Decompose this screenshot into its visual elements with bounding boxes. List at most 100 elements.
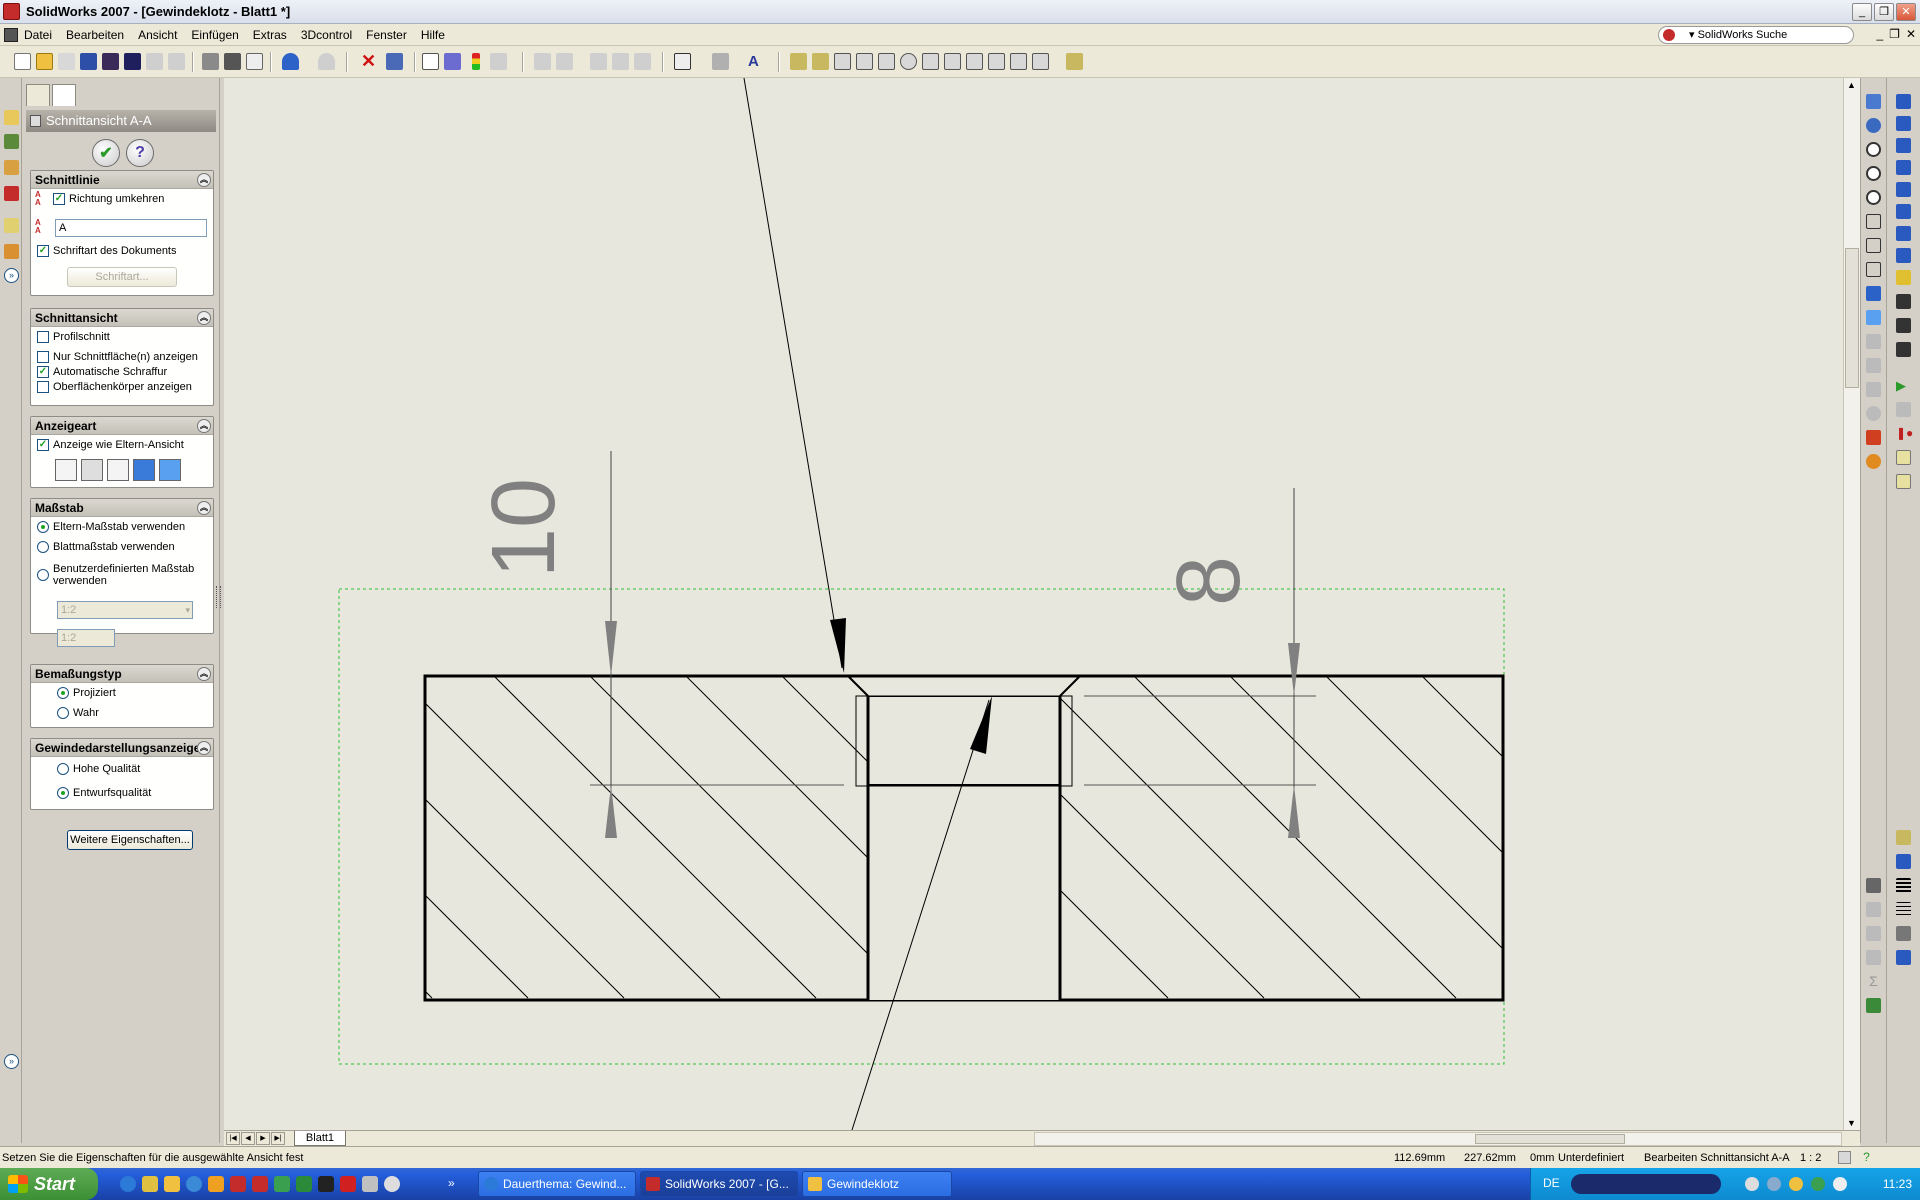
drawing-area[interactable]: 10 8 xyxy=(224,78,1843,1130)
group-head-gewinde[interactable]: Gewindedarstellungsanzeige ︽ xyxy=(31,739,213,757)
menu-fenster[interactable]: Fenster xyxy=(366,28,407,42)
menu-einfuegen[interactable]: Einfügen xyxy=(191,28,238,42)
task-folder[interactable]: Gewindeklotz xyxy=(802,1171,952,1197)
quicklaunch-grid-icon[interactable] xyxy=(274,1176,290,1192)
file-explorer-icon[interactable] xyxy=(4,160,19,175)
group-head-anzeigeart[interactable]: Anzeigeart ︽ xyxy=(31,417,213,435)
menu-hilfe[interactable]: Hilfe xyxy=(421,28,445,42)
chamfer-dim-icon[interactable] xyxy=(1896,226,1911,241)
horizontal-scrollbar[interactable] xyxy=(1034,1132,1842,1146)
alt-position-icon[interactable] xyxy=(966,53,983,70)
line-color-icon[interactable] xyxy=(1896,926,1911,941)
scroll-down-arrow-icon[interactable]: ▼ xyxy=(1847,1118,1856,1128)
next-sheet-icon[interactable]: ▶ xyxy=(256,1132,270,1145)
undo-icon[interactable] xyxy=(282,53,299,70)
edit-macro-icon[interactable] xyxy=(1896,450,1911,465)
tray-icon-1[interactable] xyxy=(1745,1177,1759,1191)
group-head-schnittansicht[interactable]: Schnittansicht ︽ xyxy=(31,309,213,327)
quicklaunch-paint-icon[interactable] xyxy=(362,1176,378,1192)
align-icon-1[interactable] xyxy=(534,53,551,70)
doc-minimize-button[interactable]: _ xyxy=(1876,27,1883,41)
photoworks-icon[interactable] xyxy=(124,53,141,70)
vertical-scrollbar[interactable]: ▲ ▼ xyxy=(1843,78,1860,1130)
disabled-icon-6[interactable] xyxy=(1866,926,1881,941)
disabled-icon-3[interactable] xyxy=(1866,382,1881,397)
line-thickness-icon[interactable] xyxy=(1896,878,1911,893)
quicklaunch-icon-2[interactable] xyxy=(142,1176,158,1192)
scale-select[interactable]: 1:2 ▾ xyxy=(57,601,193,619)
scroll-up-arrow-icon[interactable]: ▲ xyxy=(1847,80,1856,90)
schriftart-button[interactable]: Schriftart... xyxy=(67,267,177,287)
align-icon-4[interactable] xyxy=(612,53,629,70)
sheet-format-icon[interactable] xyxy=(386,53,403,70)
play-icon[interactable]: ▶ xyxy=(1896,378,1911,393)
shaded-view-icon[interactable] xyxy=(1866,310,1881,325)
disabled-icon-5[interactable] xyxy=(1866,902,1881,917)
horizontal-scroll-thumb[interactable] xyxy=(1475,1134,1625,1144)
task-browser[interactable]: Dauerthema: Gewind... xyxy=(478,1171,636,1197)
view-palette-icon[interactable] xyxy=(4,218,19,233)
delete-icon[interactable]: ✕ xyxy=(360,52,377,70)
quicklaunch-mail-icon[interactable] xyxy=(208,1176,224,1192)
last-sheet-icon[interactable]: ▶| xyxy=(271,1132,285,1145)
aligned-section-icon[interactable] xyxy=(878,53,895,70)
entwurfsqualitaet-radio[interactable] xyxy=(57,787,69,799)
expand-icon[interactable]: » xyxy=(4,268,19,283)
zoom-in-icon[interactable] xyxy=(1866,166,1881,181)
disabled-icon-4[interactable] xyxy=(1866,406,1881,421)
group-head-schnittlinie[interactable]: Schnittlinie ︽ xyxy=(31,171,213,189)
options-icon[interactable] xyxy=(146,53,163,70)
help-status-icon[interactable]: ? xyxy=(1860,1151,1873,1164)
print-icon[interactable] xyxy=(202,53,219,70)
align-icon-2[interactable] xyxy=(556,53,573,70)
horizontal-dim-icon[interactable] xyxy=(1896,116,1911,131)
empty-view-icon[interactable] xyxy=(1032,53,1049,70)
close-button[interactable]: ✕ xyxy=(1896,3,1916,21)
relative-view-icon[interactable] xyxy=(988,53,1005,70)
model-view-icon[interactable] xyxy=(790,53,807,70)
menu-extras[interactable]: Extras xyxy=(253,28,287,42)
quicklaunch-pdf-icon[interactable] xyxy=(340,1176,356,1192)
render-icon[interactable] xyxy=(102,53,119,70)
collapse-icon[interactable]: ︽ xyxy=(197,667,211,681)
align-icon-5[interactable] xyxy=(634,53,651,70)
quicklaunch-folder-icon[interactable] xyxy=(164,1176,180,1192)
tray-icon-5[interactable] xyxy=(1833,1177,1847,1191)
menu-datei[interactable]: Datei xyxy=(24,28,52,42)
solidworks-search[interactable]: ▾ SolidWorks Suche xyxy=(1658,26,1854,44)
document-menu-icon[interactable] xyxy=(4,28,18,42)
menu-3dcontrol[interactable]: 3Dcontrol xyxy=(301,28,352,42)
auto-schraffur-checkbox[interactable]: ✓ xyxy=(37,366,49,378)
tray-icon-3[interactable] xyxy=(1789,1177,1803,1191)
search-results-icon[interactable] xyxy=(4,186,19,201)
dimension-left[interactable]: 10 xyxy=(474,451,617,838)
rotate-icon[interactable] xyxy=(1866,118,1881,133)
sheet-tab-blatt1[interactable]: Blatt1 xyxy=(294,1131,346,1146)
doc-restore-button[interactable]: ❐ xyxy=(1889,27,1900,41)
save-icon[interactable] xyxy=(80,53,97,70)
scale-input[interactable]: 1:2 xyxy=(57,629,115,647)
quicklaunch-more-icon[interactable]: » xyxy=(448,1176,464,1192)
line-style-icon[interactable] xyxy=(1896,902,1911,917)
redo-icon[interactable] xyxy=(318,53,335,70)
zoom-area-icon[interactable] xyxy=(1866,142,1881,157)
collapse-icon[interactable]: ︽ xyxy=(197,311,211,325)
align-icon-3[interactable] xyxy=(590,53,607,70)
oberflaechen-checkbox[interactable] xyxy=(37,381,49,393)
quicklaunch-sw-icon[interactable] xyxy=(230,1176,246,1192)
traffic-light-icon[interactable] xyxy=(472,53,480,70)
cosmetic-thread-icon[interactable] xyxy=(1896,342,1911,357)
wahr-radio[interactable] xyxy=(57,707,69,719)
zoom-out-icon[interactable] xyxy=(1866,190,1881,205)
table-icon[interactable] xyxy=(1866,998,1881,1013)
help-button[interactable]: ? xyxy=(126,139,154,167)
rebuild-status-icon[interactable] xyxy=(1838,1151,1851,1164)
hidden-lines-removed-icon[interactable] xyxy=(107,459,129,481)
group-head-massstab[interactable]: Maßstab ︽ xyxy=(31,499,213,517)
start-button[interactable]: Start xyxy=(0,1168,98,1200)
view-orientation-icon[interactable] xyxy=(674,53,691,70)
block-icon[interactable] xyxy=(1896,830,1911,845)
quicklaunch-excel-icon[interactable] xyxy=(296,1176,312,1192)
layer-icon[interactable] xyxy=(1866,878,1881,893)
menu-ansicht[interactable]: Ansicht xyxy=(138,28,177,42)
